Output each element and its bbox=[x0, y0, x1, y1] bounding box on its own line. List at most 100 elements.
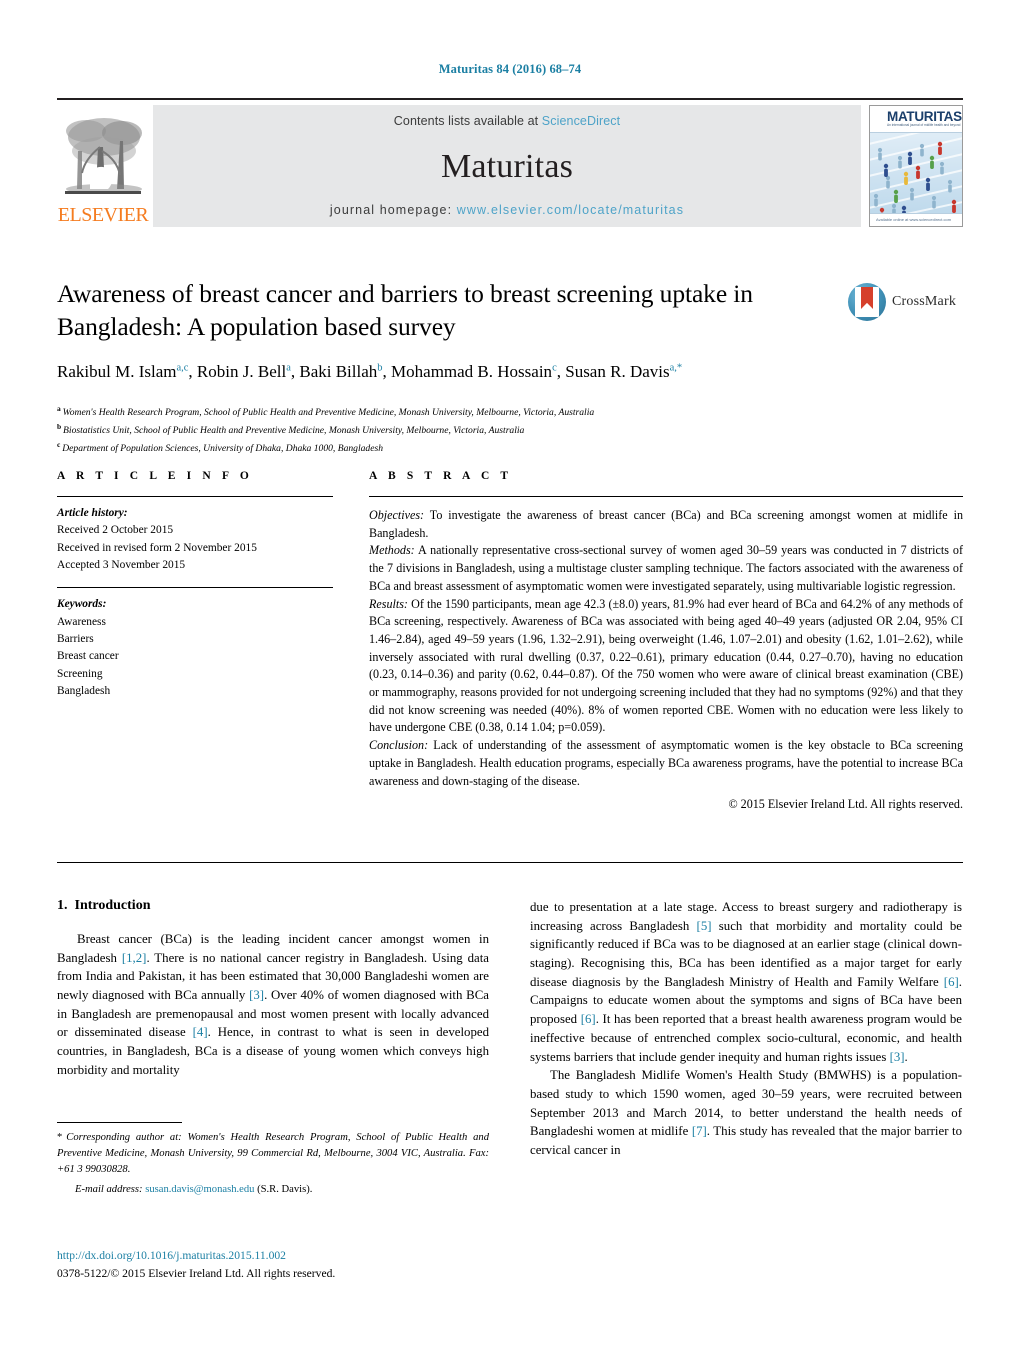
citation-link[interactable]: [3] bbox=[249, 988, 264, 1002]
abstract-section-label: Results: bbox=[369, 596, 408, 611]
intro-paragraphs-left: Breast cancer (BCa) is the leading incid… bbox=[57, 930, 489, 1080]
running-head: Maturitas 84 (2016) 68–74 bbox=[438, 62, 582, 76]
body-paragraph: due to presentation at a late stage. Acc… bbox=[530, 900, 962, 1064]
intro-paragraphs-right: due to presentation at a late stage. Acc… bbox=[530, 898, 962, 1160]
article-info-column: A R T I C L E I N F O Article history: R… bbox=[57, 470, 333, 812]
author-name: Rakibul M. Islam bbox=[57, 362, 177, 382]
article-history-label: Article history: bbox=[57, 507, 128, 519]
author-list: Rakibul M. Islama,c, Robin J. Bella, Bak… bbox=[57, 362, 683, 382]
author-affiliation-mark: a bbox=[286, 362, 291, 374]
cover-header-band: MATURITAS An international journal of mi… bbox=[870, 106, 962, 133]
email-link[interactable]: susan.davis@monash.edu bbox=[145, 1184, 254, 1195]
author-name: Robin J. Bell bbox=[196, 362, 287, 382]
body-columns: 1. Introduction Breast cancer (BCa) is th… bbox=[57, 898, 963, 1160]
keyword-item: Screening bbox=[57, 667, 103, 680]
body-separator-rule bbox=[57, 862, 963, 863]
body-column-left: 1. Introduction Breast cancer (BCa) is th… bbox=[57, 898, 489, 1160]
article-info-heading: A R T I C L E I N F O bbox=[57, 470, 253, 482]
elsevier-wordmark: ELSEVIER bbox=[57, 204, 149, 226]
journal-title: Maturitas bbox=[440, 147, 574, 185]
journal-cover-thumbnail: MATURITAS An international journal of mi… bbox=[869, 105, 963, 227]
article-history-item: Received 2 October 2015 bbox=[57, 524, 174, 537]
affiliation-mark: c bbox=[57, 439, 63, 449]
keyword-item: Breast cancer bbox=[57, 650, 119, 663]
corresponding-author-footnote: * Corresponding author at: Women's Health… bbox=[57, 1122, 489, 1198]
affiliation-mark: b bbox=[57, 422, 64, 432]
cover-title: MATURITAS bbox=[887, 109, 962, 124]
citation-link[interactable]: [3] bbox=[890, 1050, 905, 1064]
homepage-line: journal homepage: www.elsevier.com/locat… bbox=[330, 203, 684, 217]
section-number: 1. bbox=[57, 898, 68, 913]
journal-masthead: ELSEVIER Contents lists available at Sci… bbox=[57, 98, 963, 227]
author-affiliation-mark: a,c bbox=[176, 362, 189, 374]
footnote-rule bbox=[57, 1122, 182, 1123]
affiliation-item: c Department of Population Sciences, Uni… bbox=[57, 439, 384, 454]
footnote-text: * Corresponding author at: Women's Health… bbox=[57, 1130, 489, 1178]
journal-band: Contents lists available at ScienceDirec… bbox=[153, 105, 861, 227]
title-block: Awareness of breast cancer and barriers … bbox=[57, 278, 963, 457]
homepage-prefix: journal homepage: bbox=[329, 203, 457, 217]
body-column-right: due to presentation at a late stage. Acc… bbox=[530, 898, 962, 1160]
article-info-rule-top bbox=[57, 496, 333, 497]
abstract-section: Conclusion: Lack of understanding of the… bbox=[369, 738, 963, 788]
article-history-group: Article history: Received 2 October 2015… bbox=[57, 505, 333, 574]
keyword-item: Awareness bbox=[57, 615, 106, 628]
citation-link[interactable]: [6] bbox=[944, 975, 959, 989]
elsevier-tree-icon bbox=[60, 111, 146, 203]
masthead-top-rule bbox=[57, 98, 963, 100]
citation-link[interactable]: [5] bbox=[697, 919, 712, 933]
email-suffix: (S.R. Davis). bbox=[254, 1183, 313, 1195]
affiliation-item: a Women's Health Research Program, Schoo… bbox=[57, 404, 595, 419]
keyword-item: Bangladesh bbox=[57, 684, 111, 697]
citation-link[interactable]: [7] bbox=[692, 1124, 707, 1138]
section-name: Introduction bbox=[74, 898, 151, 913]
citation-link[interactable]: [1,2] bbox=[122, 951, 147, 965]
contents-prefix: Contents lists available at bbox=[393, 114, 542, 128]
keyword-item: Barriers bbox=[57, 632, 94, 645]
article-info-rule-mid bbox=[57, 587, 333, 589]
keywords-label: Keywords: bbox=[57, 598, 107, 611]
abstract-section-label: Objectives: bbox=[369, 508, 425, 522]
keywords-items: Awareness Barriers Breast cancer Screening B… bbox=[57, 614, 333, 701]
body-paragraph: Breast cancer (BCa) is the leading incid… bbox=[57, 932, 489, 1077]
affiliation-list: a Women's Health Research Program, Schoo… bbox=[57, 403, 917, 456]
email-label: E-mail address: bbox=[75, 1183, 143, 1195]
footnote-star: * bbox=[57, 1132, 63, 1143]
author-name: Mohammad B. Hossain bbox=[391, 362, 553, 382]
abstract-heading: A B S T R A C T bbox=[369, 470, 513, 482]
issn-copyright-line: 0378-5122/© 2015 Elsevier Ireland Ltd. A… bbox=[57, 1267, 336, 1281]
footnote-body: Corresponding author at: Women's Health … bbox=[57, 1132, 489, 1175]
abstract-section: Methods: A nationally representative cro… bbox=[369, 543, 963, 593]
abstract-section-label: Conclusion: bbox=[369, 738, 429, 753]
page-title: Awareness of breast cancer and barriers … bbox=[57, 279, 753, 341]
abstract-section: Objectives: To investigate the awareness… bbox=[369, 508, 963, 540]
citation-link[interactable]: [4] bbox=[193, 1025, 208, 1039]
body-paragraph: The Bangladesh Midlife Women's Health St… bbox=[530, 1068, 962, 1157]
keywords-group: Keywords: Awareness Barriers Breast cancer… bbox=[57, 596, 333, 700]
footnote-email-line: E-mail address: susan.davis@monash.edu (… bbox=[57, 1182, 489, 1198]
sciencedirect-link[interactable]: ScienceDirect bbox=[542, 114, 620, 128]
journal-homepage-link[interactable]: www.elsevier.com/locate/maturitas bbox=[457, 203, 684, 217]
author-name: Susan R. Davis bbox=[565, 362, 670, 382]
elsevier-logo: ELSEVIER bbox=[57, 105, 149, 227]
abstract-body: Objectives: To investigate the awareness… bbox=[369, 507, 963, 790]
author-affiliation-mark: c bbox=[552, 362, 557, 374]
affiliation-mark: a bbox=[57, 404, 63, 414]
cover-footer-band: Available online at www.sciencedirect.co… bbox=[870, 213, 962, 226]
abstract-section-label: Methods: bbox=[369, 543, 415, 558]
masthead-body: ELSEVIER Contents lists available at Sci… bbox=[57, 105, 963, 227]
abstract-column: A B S T R A C T Objectives: To investiga… bbox=[369, 470, 963, 812]
copyright-line: © 2015 Elsevier Ireland Ltd. All rights … bbox=[728, 797, 963, 812]
footer-doi-block: http://dx.doi.org/10.1016/j.maturitas.20… bbox=[57, 1247, 517, 1283]
contents-line: Contents lists available at ScienceDirec… bbox=[394, 114, 620, 128]
article-history-item: Received in revised form 2 November 2015 bbox=[57, 541, 257, 554]
article-history-item: Accepted 3 November 2015 bbox=[57, 558, 186, 571]
article-history-items: Received 2 October 2015 Received in revis… bbox=[57, 522, 333, 574]
cover-subtitle: An international journal of midlife heal… bbox=[887, 123, 961, 127]
author-affiliation-mark: a,* bbox=[669, 362, 683, 374]
author-name: Baki Billah bbox=[299, 362, 378, 382]
abstract-section: Results: Of the 1590 participants, mean … bbox=[369, 596, 963, 735]
citation-link[interactable]: [6] bbox=[581, 1012, 596, 1026]
doi-link[interactable]: http://dx.doi.org/10.1016/j.maturitas.20… bbox=[57, 1247, 517, 1264]
affiliation-item: b Biostatistics Unit, School of Public H… bbox=[57, 422, 525, 437]
